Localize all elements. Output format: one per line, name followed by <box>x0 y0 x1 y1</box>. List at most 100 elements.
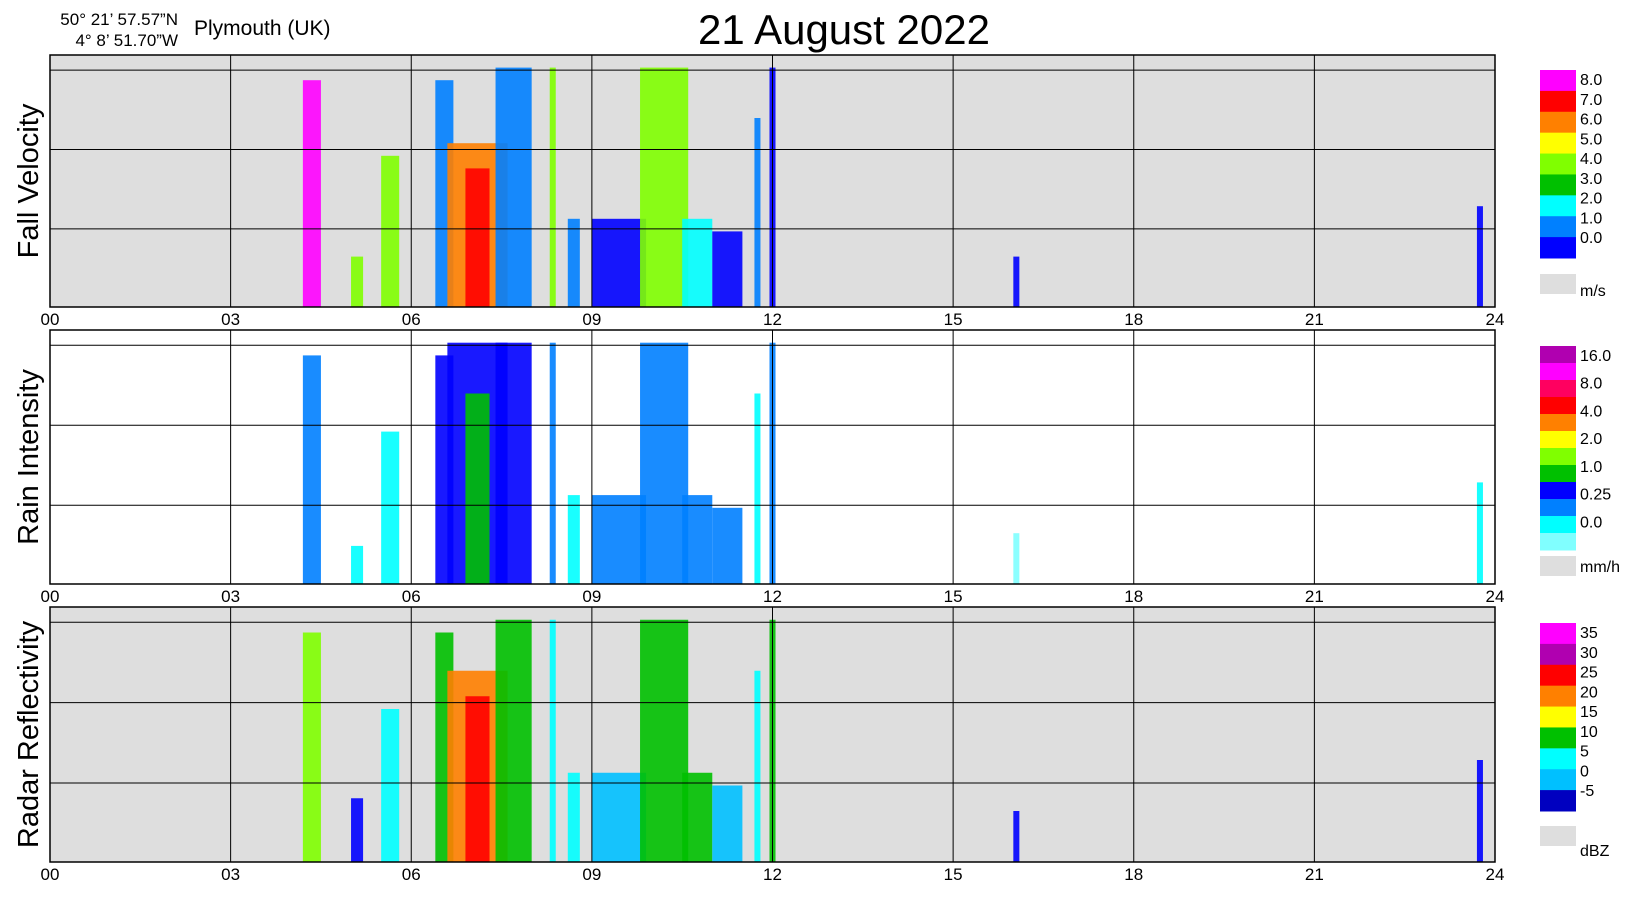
data-column <box>1476 206 1483 307</box>
data-column <box>351 256 364 307</box>
legend-swatch <box>1540 90 1576 113</box>
chart-svg: 00 03 06 09 12 15 18 21 24 Fall Velocity 8.0 7.0 6.0… <box>13 54 1620 884</box>
legend-label: 0.25 <box>1580 487 1611 504</box>
x-tick-label: 09 <box>582 865 601 884</box>
data-column <box>549 67 556 307</box>
data-column <box>567 218 580 307</box>
legend-swatch <box>1540 132 1576 155</box>
legend-swatch <box>1540 414 1576 432</box>
data-column <box>302 632 321 862</box>
legend-swatch <box>1540 153 1576 175</box>
data-column <box>495 619 532 862</box>
data-column <box>351 798 364 862</box>
legend-label: 30 <box>1580 645 1598 662</box>
data-column <box>682 772 713 862</box>
legend-swatch <box>1540 111 1576 134</box>
legend-label: 4.0 <box>1580 151 1602 168</box>
data-column <box>591 772 647 862</box>
x-tick-label: 15 <box>944 587 963 606</box>
legend-swatch <box>1540 643 1576 666</box>
data-column <box>549 619 556 862</box>
x-tick-label: 18 <box>1124 587 1143 606</box>
data-column <box>682 495 713 584</box>
legend-unit-label: m/s <box>1580 283 1606 300</box>
data-column <box>465 393 490 584</box>
legend-label: 8.0 <box>1580 376 1602 393</box>
data-column <box>465 168 490 307</box>
legend-swatch <box>1540 448 1576 466</box>
x-tick-label: 12 <box>763 310 782 329</box>
data-column <box>1013 811 1020 862</box>
data-column <box>712 507 743 584</box>
legend-swatch <box>1540 499 1576 517</box>
data-column <box>381 709 400 862</box>
legend-label: 35 <box>1580 625 1598 642</box>
x-tick-label: 24 <box>1486 587 1505 606</box>
legend-swatch <box>1540 516 1576 534</box>
legend-swatch <box>1540 363 1576 381</box>
x-tick-label: 21 <box>1305 310 1324 329</box>
x-tick-label: 15 <box>944 310 963 329</box>
legend-no-data-swatch <box>1540 826 1576 846</box>
legend-swatch <box>1540 237 1576 259</box>
legend-label: 7.0 <box>1580 92 1602 109</box>
x-tick-label: 06 <box>402 865 421 884</box>
legend-swatch <box>1540 70 1576 92</box>
x-tick-label: 03 <box>221 310 240 329</box>
legend-swatch <box>1540 346 1576 364</box>
legend-swatch <box>1540 664 1576 687</box>
legend-swatch <box>1540 174 1576 196</box>
legend-label: 16.0 <box>1580 348 1611 365</box>
data-column <box>549 342 556 584</box>
data-column <box>381 431 400 584</box>
data-column <box>754 670 761 862</box>
legend-label: 0 <box>1580 763 1589 780</box>
y-axis-label: Radar Reflectivity <box>13 620 45 848</box>
x-tick-label: 03 <box>221 865 240 884</box>
legend-swatch <box>1540 380 1576 398</box>
x-tick-label: 00 <box>41 310 60 329</box>
legend-swatch <box>1540 748 1576 770</box>
legend-label: 4.0 <box>1580 403 1602 420</box>
legend-label: 5 <box>1580 744 1589 761</box>
x-tick-label: 21 <box>1305 865 1324 884</box>
y-axis-label: Rain Intensity <box>13 369 45 545</box>
data-column <box>495 342 532 584</box>
x-tick-label: 06 <box>402 310 421 329</box>
data-column <box>567 772 580 862</box>
data-column <box>640 67 689 307</box>
data-column <box>302 355 321 584</box>
legend-label: 25 <box>1580 665 1598 682</box>
x-tick-label: 09 <box>582 310 601 329</box>
legend-unit-label: mm/h <box>1580 559 1620 576</box>
legend-label: 6.0 <box>1580 112 1602 129</box>
legend-unit-label: dBZ <box>1580 843 1610 860</box>
legend-label: 2.0 <box>1580 431 1602 448</box>
data-column <box>351 545 364 584</box>
x-tick-label: 18 <box>1124 310 1143 329</box>
data-column <box>712 231 743 307</box>
data-column <box>754 118 761 307</box>
legend-label: 0.0 <box>1580 514 1602 531</box>
data-column <box>591 218 647 307</box>
x-tick-label: 06 <box>402 587 421 606</box>
legend-label: 8.0 <box>1580 72 1602 89</box>
legend-swatch <box>1540 790 1576 812</box>
legend-swatch <box>1540 465 1576 483</box>
data-column <box>754 393 761 584</box>
legend-label: 3.0 <box>1580 171 1602 188</box>
legend-swatch <box>1540 769 1576 791</box>
legend-swatch <box>1540 623 1576 645</box>
legend-label: 1.0 <box>1580 459 1602 476</box>
legend-swatch <box>1540 533 1576 551</box>
data-column <box>495 67 532 307</box>
legend-swatch <box>1540 397 1576 415</box>
legend-label: 1.0 <box>1580 210 1602 227</box>
legend-label: -5 <box>1580 783 1594 800</box>
data-column <box>1013 256 1020 307</box>
x-tick-label: 24 <box>1486 865 1505 884</box>
legend-label: 0.0 <box>1580 230 1602 247</box>
x-tick-label: 03 <box>221 587 240 606</box>
data-column <box>465 696 490 862</box>
x-tick-label: 09 <box>582 587 601 606</box>
